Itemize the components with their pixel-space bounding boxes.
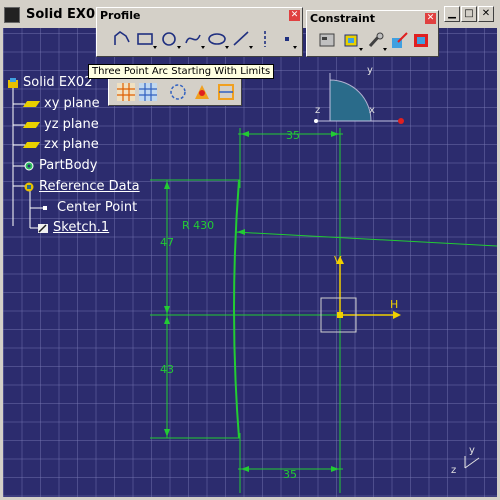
contact-constraint-icon[interactable]	[365, 30, 387, 52]
h-axis-label: H	[390, 298, 398, 311]
origin-point[interactable]	[337, 312, 343, 318]
constraint-toolbar: Constraint ✕	[306, 10, 439, 57]
point-tool-icon[interactable]	[277, 28, 299, 50]
arc-profile[interactable]	[233, 179, 240, 439]
construction-element-icon[interactable]	[167, 81, 189, 103]
plane-icon	[22, 100, 41, 107]
triad-z-label: z	[451, 465, 456, 476]
profile-toolbar-close-button[interactable]: ✕	[289, 10, 300, 21]
reference-icon	[24, 182, 34, 191]
main-window: Solid EX02.C ▁ □ ✕ 35 35 47 43 R 430 V H…	[0, 0, 500, 500]
dim-top-label[interactable]: 35	[286, 129, 300, 142]
profile-toolbar-title[interactable]: Profile	[97, 8, 302, 23]
tree-item-sketch[interactable]: Sketch.1	[37, 220, 109, 235]
line-icon[interactable]	[231, 28, 253, 50]
circle-icon[interactable]	[159, 28, 181, 50]
tree-item-xy-plane[interactable]: xy plane	[22, 96, 100, 111]
constraint-icon[interactable]	[341, 30, 363, 52]
animate-constraint-icon[interactable]	[411, 30, 433, 52]
dimension-arrows	[164, 131, 339, 472]
profile-icon[interactable]	[111, 28, 133, 50]
gear-icon	[24, 161, 34, 170]
tree-item-partbody[interactable]: PartBody	[23, 158, 97, 173]
plane-icon	[22, 121, 41, 128]
dim-bottom-label[interactable]: 35	[283, 468, 297, 481]
compass-y-label: y	[367, 65, 373, 76]
close-button[interactable]: ✕	[478, 6, 494, 22]
snap-to-point-icon[interactable]	[137, 81, 159, 103]
auto-constraint-icon[interactable]	[389, 30, 411, 52]
point-icon	[43, 205, 47, 210]
spline-icon[interactable]	[183, 28, 205, 50]
plane-icon	[22, 141, 41, 148]
compass[interactable]	[314, 73, 404, 124]
dim-lower-vertical-label[interactable]: 43	[160, 363, 174, 376]
constraint-toolbar-title[interactable]: Constraint	[307, 11, 438, 26]
dim-upper-vertical-label[interactable]: 47	[160, 236, 174, 249]
h-axis-arrow	[393, 311, 401, 319]
rectangle-icon[interactable]	[135, 28, 157, 50]
tree-item-zx-plane[interactable]: zx plane	[22, 137, 99, 152]
minimize-button[interactable]: ▁	[444, 6, 460, 22]
constraint-dialog-icon[interactable]	[317, 30, 339, 52]
triad-y-label: y	[469, 445, 475, 456]
tree-item-yz-plane[interactable]: yz plane	[22, 117, 99, 132]
part-icon	[8, 77, 18, 88]
sketch-icon	[38, 223, 48, 233]
compass-x-label: x	[369, 105, 375, 116]
radius-label[interactable]: R 430	[182, 219, 214, 232]
tree-root-label: Solid EX02	[23, 75, 93, 90]
maximize-button[interactable]: □	[461, 6, 477, 22]
geometric-constraints-icon[interactable]	[191, 81, 213, 103]
dimension-lines	[150, 128, 497, 493]
axis-icon[interactable]	[255, 28, 277, 50]
sketch-tools-toolbar	[108, 76, 242, 106]
tree-root[interactable]: Solid EX02	[7, 75, 92, 90]
tree-item-reference-data[interactable]: Reference Data	[23, 179, 140, 194]
tree-item-center-point[interactable]: Center Point	[43, 200, 137, 215]
tooltip: Three Point Arc Starting With Limits	[88, 64, 275, 79]
profile-toolbar: Profile ✕	[96, 7, 303, 57]
axis-triad	[464, 456, 480, 469]
compass-z-label: z	[315, 105, 320, 116]
grid-icon[interactable]	[115, 81, 137, 103]
dimensional-constraints-icon[interactable]	[215, 81, 237, 103]
v-axis-label: V	[334, 254, 342, 267]
sketch-canvas[interactable]: 35 35 47 43 R 430 V H y x z y z Solid EX…	[3, 28, 497, 497]
document-icon	[4, 7, 20, 23]
ellipse-icon[interactable]	[207, 28, 229, 50]
constraint-toolbar-close-button[interactable]: ✕	[425, 13, 436, 24]
